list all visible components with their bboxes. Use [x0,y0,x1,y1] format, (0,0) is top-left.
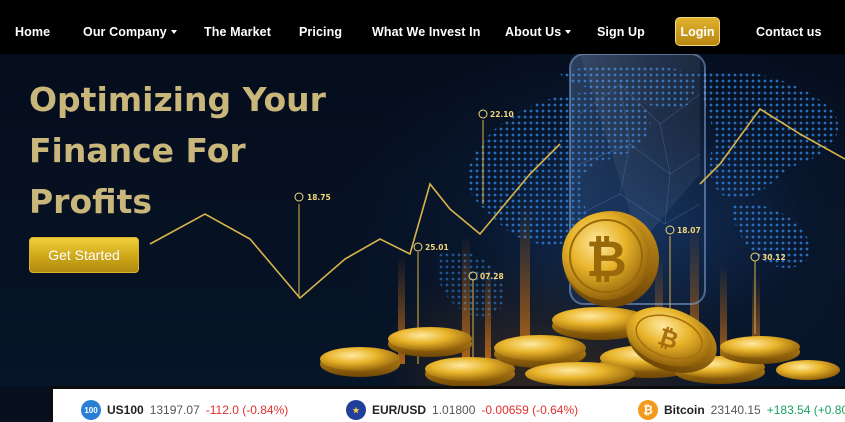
chart-marker-3: 25.01 [413,242,449,252]
nav-home-label: Home [15,25,51,39]
us100-logo-text: 100 [84,405,98,415]
nav-pricing-label: Pricing [299,25,343,39]
chart-value-label: 18.07 [677,226,701,235]
login-button[interactable]: Login [675,17,720,46]
nav-sign-up-label: Sign Up [597,25,645,39]
us100-icon: 100 [81,400,101,420]
ticker-change: -112.0 (-0.84%) [205,403,289,417]
bitcoin-logo-text: ₿ [643,403,653,417]
get-started-button[interactable]: Get Started [29,237,139,273]
hero-section: 18.75 22.10 25.01 07.28 18.07 30.12 ₿ ₿ … [0,54,845,386]
nav-about-us-label: About Us [505,25,562,39]
nav-our-company-label: Our Company [83,25,167,39]
svg-text:₿: ₿ [586,230,627,288]
ticker-item[interactable]: ★ EUR/USD 1.01800 -0.00659 (-0.64%) [346,395,578,422]
ticker-item[interactable]: ₿ Bitcoin 23140.15 +183.54 (+0.80%) [638,395,845,422]
ticker-price: 1.01800 [432,403,476,417]
ticker-price: 13197.07 [149,403,200,417]
hero-title: Optimizing Your Finance For Profits [29,74,389,227]
ticker-item[interactable]: 100 US100 13197.07 -112.0 (-0.84%) [81,395,288,422]
ticker-change: -0.00659 (-0.64%) [481,403,579,417]
ticker-price: 23140.15 [710,403,761,417]
ticker-left-spacer [0,386,52,422]
ticker-name: EUR/USD [372,403,427,417]
login-button-label: Login [680,24,715,39]
nav-the-market-label: The Market [204,25,271,39]
eu-flag-icon: ★ [346,400,366,420]
chart-value-label: 22.10 [490,110,514,119]
chevron-down-icon [170,30,177,34]
hero-title-line-2: Finance For [29,131,246,170]
ticker-name: US100 [107,403,144,417]
ticker-name: Bitcoin [664,403,705,417]
market-ticker: 100 US100 13197.07 -112.0 (-0.84%) ★ EUR… [50,386,845,422]
nav-what-we-invest-in-label: What We Invest In [372,25,481,39]
chevron-down-icon [565,30,572,34]
nav-contact-us-label: Contact us [756,25,822,39]
top-navigation: Home Our Company The Market Pricing What… [0,0,845,54]
hero-title-line-3: Profits [29,182,153,221]
get-started-label: Get Started [48,247,120,263]
chart-marker-2: 22.10 [478,109,514,119]
hero-title-line-1: Optimizing Your [29,80,326,119]
chart-value-label: 07.28 [480,272,504,281]
ticker-change: +183.54 (+0.80%) [766,403,845,417]
bitcoin-icon: ₿ [638,400,658,420]
chart-value-label: 30.12 [762,253,786,262]
chart-value-label: 25.01 [425,243,449,252]
